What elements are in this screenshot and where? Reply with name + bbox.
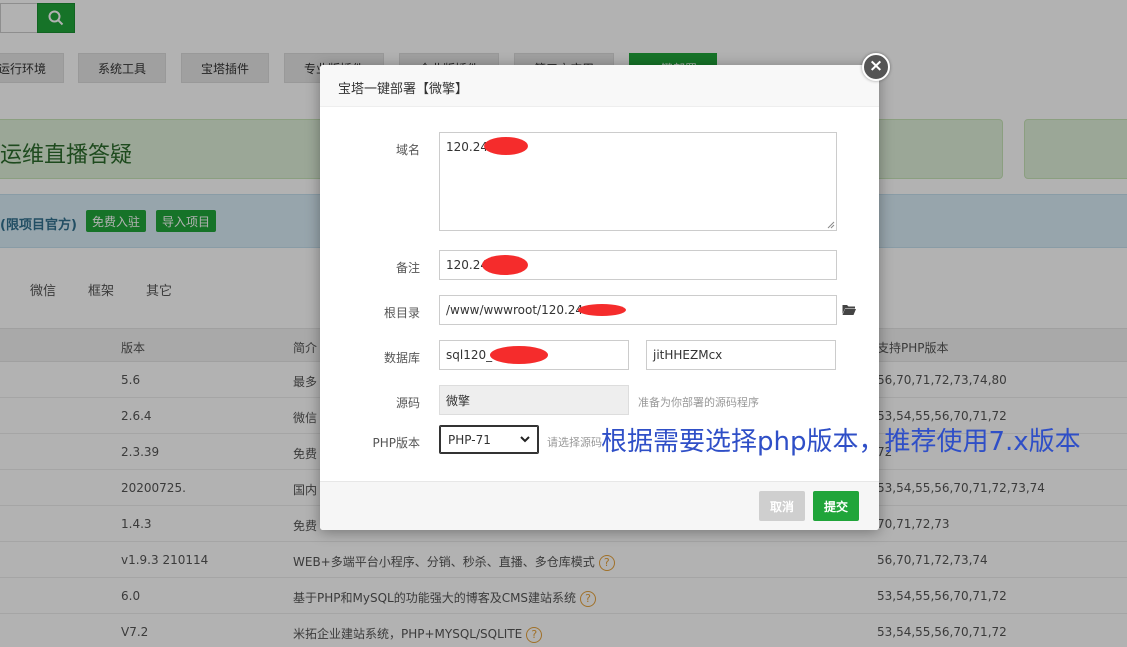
redaction-mark — [578, 304, 626, 316]
cancel-button[interactable]: 取消 — [759, 491, 805, 521]
dialog-header: 宝塔一键部署【微擎】 — [320, 65, 879, 107]
source-input: 微擎 — [439, 385, 629, 415]
database-label: 数据库 — [383, 351, 420, 365]
redaction-mark — [482, 255, 528, 275]
redaction-mark — [490, 346, 548, 364]
php-version-label: PHP版本 — [372, 436, 421, 450]
close-icon[interactable]: × — [862, 53, 890, 81]
dialog-footer: 取消 提交 — [320, 481, 879, 530]
db-password-value: jitHHEZMcx — [653, 348, 723, 362]
php-version-select[interactable]: PHP-71 — [439, 425, 539, 454]
redaction-mark — [484, 137, 528, 155]
resize-handle-icon — [827, 221, 835, 229]
root-dir-label: 根目录 — [383, 306, 420, 320]
deploy-dialog: 宝塔一键部署【微擎】 域名 120.24. 备注 120.24. 根目录 /ww… — [320, 65, 879, 530]
root-dir-value: /www/wwwroot/120.24. — [446, 303, 587, 317]
dialog-title: 宝塔一键部署【微擎】 — [338, 82, 469, 97]
db-name-value: sql120_ — [446, 348, 493, 362]
php-version-hint: 请选择源码 — [547, 436, 602, 449]
submit-button[interactable]: 提交 — [813, 491, 859, 521]
source-label: 源码 — [395, 396, 420, 410]
php-version-value: PHP-71 — [448, 432, 491, 447]
folder-icon[interactable] — [841, 303, 857, 316]
root-dir-input[interactable]: /www/wwwroot/120.24. — [439, 295, 837, 325]
source-hint: 准备为你部署的源码程序 — [638, 396, 759, 409]
chevron-down-icon — [520, 436, 530, 443]
db-password-input[interactable]: jitHHEZMcx — [646, 340, 836, 370]
annotation-text: 根据需要选择php版本，推荐使用7.x版本 — [601, 427, 1081, 457]
domain-label: 域名 — [395, 143, 420, 157]
remark-label: 备注 — [395, 261, 420, 275]
source-value: 微擎 — [446, 393, 471, 408]
